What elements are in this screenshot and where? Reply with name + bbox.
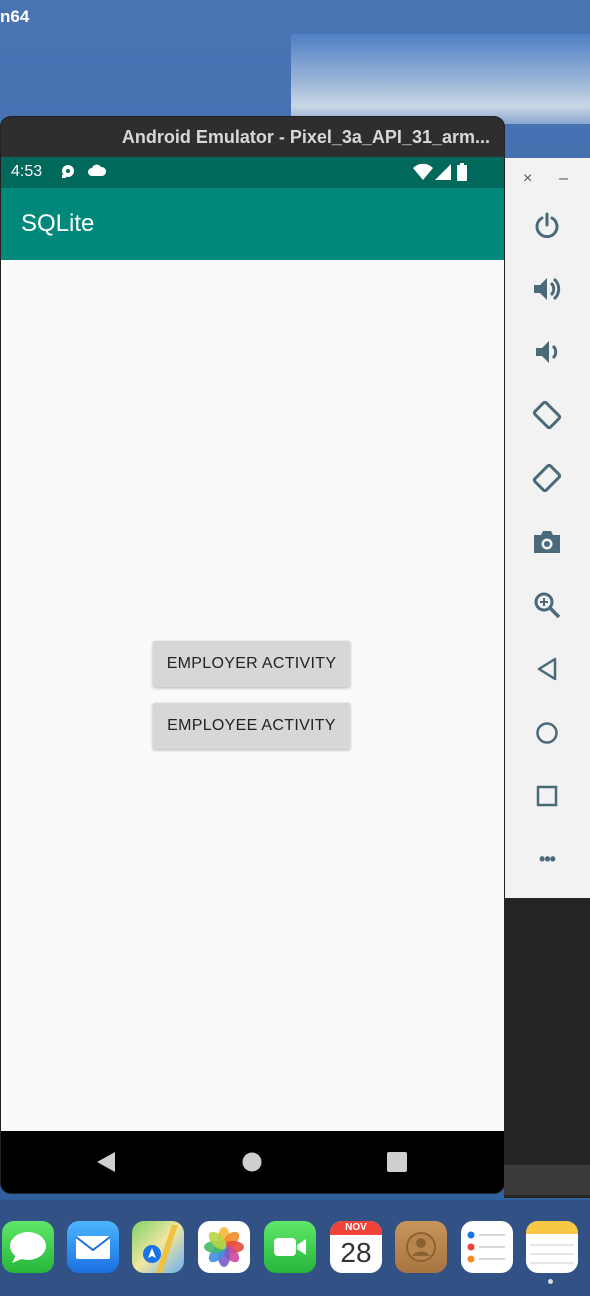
emulator-title: Android Emulator - Pixel_3a_API_31_arm..… [121,127,490,147]
emulator-side-toolbar: × – ••• [505,158,590,898]
app-content: EMPLOYER ACTIVITY EMPLOYEE ACTIVITY [1,260,504,1131]
app-toolbar: SQLite [1,188,504,260]
notification-icon [59,163,77,186]
reminders-app-icon[interactable] [461,1221,513,1273]
nav-back-icon[interactable] [95,1151,117,1178]
power-icon[interactable] [527,206,567,246]
menu-bar: n64 [0,0,590,34]
background-window-strip [504,1165,590,1195]
mail-app-icon[interactable] [67,1221,119,1273]
minimize-button[interactable]: – [559,170,568,188]
wallpaper-clouds [291,34,590,124]
battery-icon [457,163,467,186]
signal-icon [435,163,451,186]
facetime-app-icon[interactable] [264,1221,316,1273]
background-window [504,898,590,1198]
employer-activity-button[interactable]: EMPLOYER ACTIVITY [153,641,350,687]
contacts-app-icon[interactable] [395,1221,447,1273]
maps-app-icon[interactable] [132,1221,184,1273]
nav-home-icon[interactable] [242,1152,262,1177]
dock-running-indicator [548,1279,553,1284]
nav-recents-icon[interactable] [387,1152,407,1177]
employee-activity-button[interactable]: EMPLOYEE ACTIVITY [153,703,350,749]
emulator-title-bar[interactable]: Android Emulator - Pixel_3a_API_31_arm..… [1,117,504,157]
back-icon[interactable] [527,649,567,689]
close-button[interactable]: × [523,170,532,188]
cloud-icon [87,163,107,184]
calendar-app-icon[interactable]: NOV 28 [330,1221,382,1273]
rotate-right-icon[interactable] [527,458,567,498]
menu-bar-title: n64 [0,7,30,26]
calendar-day: 28 [340,1237,372,1268]
more-options-icon[interactable]: ••• [527,839,567,879]
camera-icon[interactable] [527,522,567,562]
notes-app-icon[interactable] [526,1221,578,1273]
android-nav-bar [1,1131,504,1193]
status-time: 4:53 [11,163,43,180]
photos-app-icon[interactable] [198,1221,250,1273]
emulator-window: Android Emulator - Pixel_3a_API_31_arm..… [1,117,504,1193]
overview-icon[interactable] [527,776,567,816]
wifi-icon [413,163,433,186]
android-status-bar: 4:53 [1,157,504,188]
rotate-left-icon[interactable] [527,395,567,435]
zoom-icon[interactable] [527,585,567,625]
messages-app-icon[interactable] [2,1221,54,1273]
volume-down-icon[interactable] [527,332,567,372]
home-icon[interactable] [527,713,567,753]
dock: NOV 28 [0,1200,590,1296]
calendar-month: NOV [330,1221,382,1235]
volume-up-icon[interactable] [527,269,567,309]
app-title: SQLite [21,210,95,237]
